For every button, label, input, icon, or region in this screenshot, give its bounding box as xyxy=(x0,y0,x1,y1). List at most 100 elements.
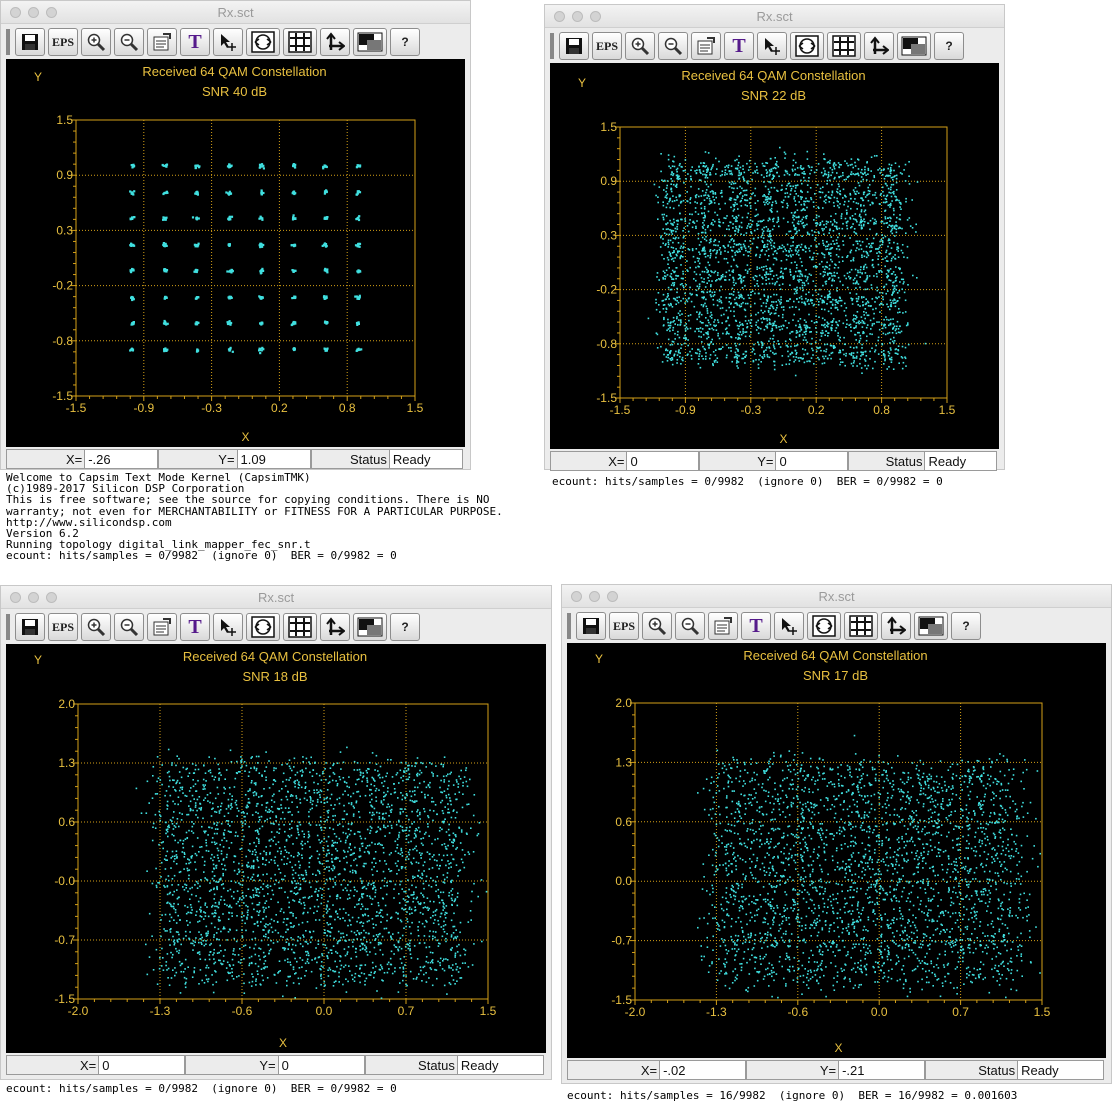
data-point xyxy=(791,351,793,354)
save-icon-glyph xyxy=(566,38,582,54)
zoom-in-icon[interactable] xyxy=(81,613,111,641)
data-point xyxy=(162,957,164,959)
grid-icon[interactable] xyxy=(283,28,317,56)
data-point xyxy=(696,294,698,297)
eps-button[interactable]: EPS xyxy=(592,32,622,60)
data-point xyxy=(790,212,793,214)
data-point xyxy=(893,190,895,193)
zoom-in-icon[interactable] xyxy=(81,28,111,56)
data-point xyxy=(862,268,865,270)
cursor-crosshair-icon[interactable] xyxy=(213,28,243,56)
data-point xyxy=(769,230,772,232)
data-point xyxy=(185,887,187,889)
data-point xyxy=(773,225,775,227)
title-bar[interactable]: Rx.sct xyxy=(545,5,1004,28)
zoom-out-icon[interactable] xyxy=(658,32,688,60)
save-icon[interactable] xyxy=(559,32,589,60)
zoom-in-icon[interactable] xyxy=(625,32,655,60)
properties-icon[interactable] xyxy=(691,32,721,60)
data-point xyxy=(242,879,244,881)
axes-icon[interactable] xyxy=(320,28,350,56)
data-point xyxy=(263,962,265,965)
title-bar[interactable]: Rx.sct xyxy=(1,586,551,609)
grid-icon[interactable] xyxy=(283,613,317,641)
data-point xyxy=(165,832,167,835)
data-point xyxy=(664,244,667,246)
data-point xyxy=(177,841,179,844)
text-icon[interactable]: T xyxy=(180,613,210,641)
toolbar-grip[interactable] xyxy=(6,614,10,640)
eps-button[interactable]: EPS xyxy=(48,613,78,641)
data-point xyxy=(906,219,909,221)
data-point xyxy=(213,841,216,843)
save-icon[interactable] xyxy=(15,28,45,56)
properties-icon[interactable] xyxy=(147,28,177,56)
data-point xyxy=(196,190,199,193)
grid-icon[interactable] xyxy=(827,32,861,60)
data-point xyxy=(854,282,857,285)
constellation-chart: Received 64 QAM ConstellationSNR 18 dBYX… xyxy=(34,649,497,1050)
data-point xyxy=(218,903,220,905)
help-button[interactable]: ? xyxy=(390,28,420,56)
cursor-crosshair-icon[interactable] xyxy=(213,613,243,641)
data-point xyxy=(257,925,259,927)
plot-area[interactable]: Received 64 QAM Constellation SNR 40 dB Y X… xyxy=(6,59,465,447)
data-point xyxy=(902,282,905,285)
zoom-out-icon[interactable] xyxy=(114,28,144,56)
data-point xyxy=(834,329,837,332)
plot-area[interactable]: Received 64 QAM Constellation SNR 18 dB Y X… xyxy=(6,644,546,1053)
fit-circle-icon[interactable] xyxy=(790,32,824,60)
color-toggle-icon[interactable] xyxy=(353,28,387,56)
text-icon[interactable]: T xyxy=(180,28,210,56)
data-point xyxy=(675,236,677,239)
data-point xyxy=(869,246,871,249)
data-point xyxy=(710,295,712,298)
data-point xyxy=(830,215,832,217)
data-point xyxy=(254,953,257,956)
data-point xyxy=(865,311,867,314)
color-toggle-icon[interactable] xyxy=(353,613,387,641)
data-point xyxy=(825,350,827,353)
data-point xyxy=(723,257,726,260)
data-point xyxy=(890,301,893,304)
data-point xyxy=(722,273,724,276)
data-point xyxy=(852,259,855,262)
properties-icon[interactable] xyxy=(147,613,177,641)
toolbar-grip[interactable] xyxy=(550,33,554,59)
data-point xyxy=(794,345,796,347)
data-point xyxy=(679,323,682,326)
data-point xyxy=(860,176,863,178)
data-point xyxy=(804,209,806,211)
data-point xyxy=(894,305,897,308)
fit-circle-icon[interactable] xyxy=(246,28,280,56)
text-icon[interactable]: T xyxy=(724,32,754,60)
data-point xyxy=(667,246,669,248)
data-point xyxy=(669,167,672,169)
toolbar-grip[interactable] xyxy=(6,29,10,55)
data-point xyxy=(677,343,679,345)
data-point xyxy=(742,195,744,197)
data-point xyxy=(838,176,840,178)
data-point xyxy=(781,355,784,357)
data-point xyxy=(241,912,244,914)
axes-icon[interactable] xyxy=(864,32,894,60)
data-point xyxy=(837,266,840,269)
title-bar[interactable]: Rx.sct xyxy=(1,1,470,24)
data-point xyxy=(151,882,154,885)
plot-area[interactable]: Received 64 QAM Constellation SNR 22 dB Y X… xyxy=(550,63,999,449)
data-point xyxy=(791,221,794,224)
data-point xyxy=(719,253,722,255)
help-button[interactable]: ? xyxy=(934,32,964,60)
data-point xyxy=(858,341,860,344)
cursor-crosshair-icon[interactable] xyxy=(757,32,787,60)
axes-icon[interactable] xyxy=(320,613,350,641)
save-icon[interactable] xyxy=(15,613,45,641)
fit-circle-icon[interactable] xyxy=(246,613,280,641)
eps-button[interactable]: EPS xyxy=(48,28,78,56)
zoom-out-icon[interactable] xyxy=(114,613,144,641)
data-point xyxy=(771,282,774,285)
color-toggle-icon[interactable] xyxy=(897,32,931,60)
data-point xyxy=(200,909,202,912)
zoom-in-icon-glyph xyxy=(631,37,650,56)
help-button[interactable]: ? xyxy=(390,613,420,641)
